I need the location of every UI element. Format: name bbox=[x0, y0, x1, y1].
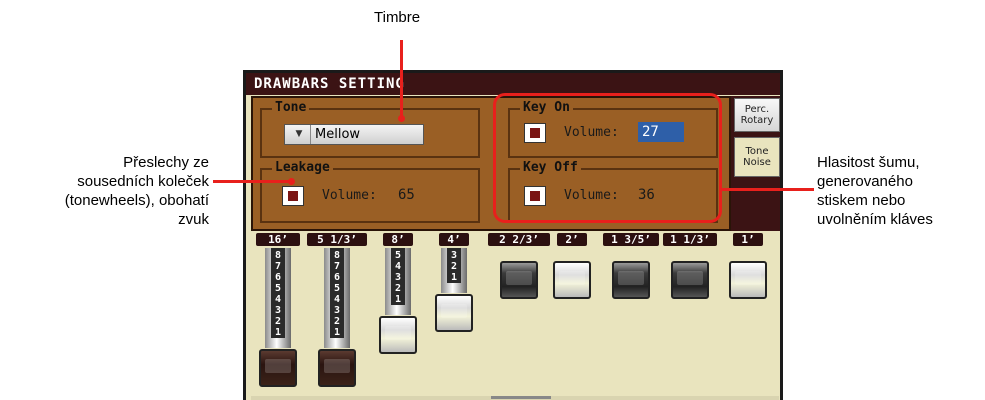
footage-label: 2’ bbox=[557, 233, 587, 246]
timbre-callout: Timbre bbox=[374, 9, 421, 26]
noise-callout-line: stiskem nebo bbox=[817, 192, 906, 209]
footage-label: 1’ bbox=[733, 233, 763, 246]
drawbar-knob[interactable] bbox=[500, 261, 538, 299]
leakage-callout-line: (tonewheels), obohatí bbox=[64, 192, 209, 209]
tab-tone-noise-line2: Noise bbox=[743, 157, 771, 168]
noise-pointer-line bbox=[722, 188, 814, 191]
drawbar-scale: 8 7 6 5 4 3 2 1 bbox=[271, 248, 285, 338]
leakage-callout-line: Přeslechy ze bbox=[123, 154, 209, 171]
leakage-callout-line: sousedních koleček bbox=[77, 173, 209, 190]
drawbar-rod: 3 2 1 bbox=[441, 248, 467, 293]
drawbar-knob[interactable] bbox=[553, 261, 591, 299]
tone-selected-value: Mellow bbox=[315, 127, 361, 142]
scrollbar[interactable] bbox=[251, 396, 779, 400]
footage-label: 4’ bbox=[439, 233, 469, 246]
drawbar-scale: 5 4 3 2 1 bbox=[391, 248, 405, 305]
scrollbar-thumb[interactable] bbox=[491, 396, 551, 399]
drawbar-rod: 5 4 3 2 1 bbox=[385, 248, 411, 315]
footage-label: 8’ bbox=[383, 233, 413, 246]
noise-callout-line: Hlasitost šumu, bbox=[817, 154, 920, 171]
leakage-checkbox[interactable] bbox=[282, 186, 304, 206]
leakage-callout-line: zvuk bbox=[178, 211, 209, 228]
tone-group: Tone ▼ Mellow bbox=[260, 100, 480, 158]
drawbar-rod: 8 7 6 5 4 3 2 1 bbox=[265, 248, 291, 348]
drawbar-knob[interactable] bbox=[318, 349, 356, 387]
drawbar-knob[interactable] bbox=[729, 261, 767, 299]
leakage-pointer-line bbox=[213, 180, 291, 183]
drawbar-scale: 8 7 6 5 4 3 2 1 bbox=[330, 248, 344, 338]
noise-callout-line: generovaného bbox=[817, 173, 913, 190]
drawbar-knob[interactable] bbox=[259, 349, 297, 387]
timbre-pointer-line bbox=[400, 40, 403, 118]
leakage-volume-value[interactable]: 65 bbox=[398, 187, 415, 203]
noise-callout-line: uvolněním kláves bbox=[817, 211, 933, 228]
tone-dropdown[interactable]: ▼ Mellow bbox=[284, 124, 424, 145]
leakage-volume-label: Volume: bbox=[322, 188, 377, 203]
chevron-down-icon: ▼ bbox=[288, 125, 311, 144]
tab-perc-rotary-line2: Rotary bbox=[740, 115, 774, 126]
timbre-pointer-dot bbox=[398, 115, 405, 122]
leakage-label: Leakage bbox=[272, 160, 333, 176]
tab-tone-noise-line1: Tone bbox=[745, 146, 769, 157]
noise-callout: Hlasitost šumu, generovaného stiskem neb… bbox=[817, 153, 985, 229]
drawbar-knob[interactable] bbox=[612, 261, 650, 299]
drawbar-knob[interactable] bbox=[671, 261, 709, 299]
leakage-group: Leakage Volume: 65 bbox=[260, 160, 480, 223]
footage-label: 5 1/3’ bbox=[307, 233, 367, 246]
window-title: DRAWBARS SETTING bbox=[246, 73, 780, 95]
drawbar-footage-header: 16’ 5 1/3’ 8’ 4’ 2 2/3’ 2’ 1 3/5’ 1 1/3’… bbox=[251, 233, 780, 246]
drawbar-rod: 8 7 6 5 4 3 2 1 bbox=[324, 248, 350, 348]
drawbar-knob[interactable] bbox=[379, 316, 417, 354]
footage-label: 2 2/3’ bbox=[488, 233, 550, 246]
tone-label: Tone bbox=[272, 100, 310, 116]
noise-highlight-box bbox=[493, 93, 722, 223]
footage-label: 1 3/5’ bbox=[603, 233, 659, 246]
tab-tone-noise[interactable]: Tone Noise bbox=[734, 137, 780, 177]
tab-perc-rotary[interactable]: Perc. Rotary bbox=[734, 98, 780, 132]
footage-label: 1 1/3’ bbox=[663, 233, 717, 246]
leakage-pointer-dot bbox=[288, 178, 295, 185]
leakage-callout: Přeslechy ze sousedních koleček (tonewhe… bbox=[0, 153, 209, 229]
footage-label: 16’ bbox=[256, 233, 300, 246]
tab-perc-rotary-line1: Perc. bbox=[744, 104, 770, 115]
drawbar-knob[interactable] bbox=[435, 294, 473, 332]
drawbar-scale: 3 2 1 bbox=[447, 248, 461, 283]
